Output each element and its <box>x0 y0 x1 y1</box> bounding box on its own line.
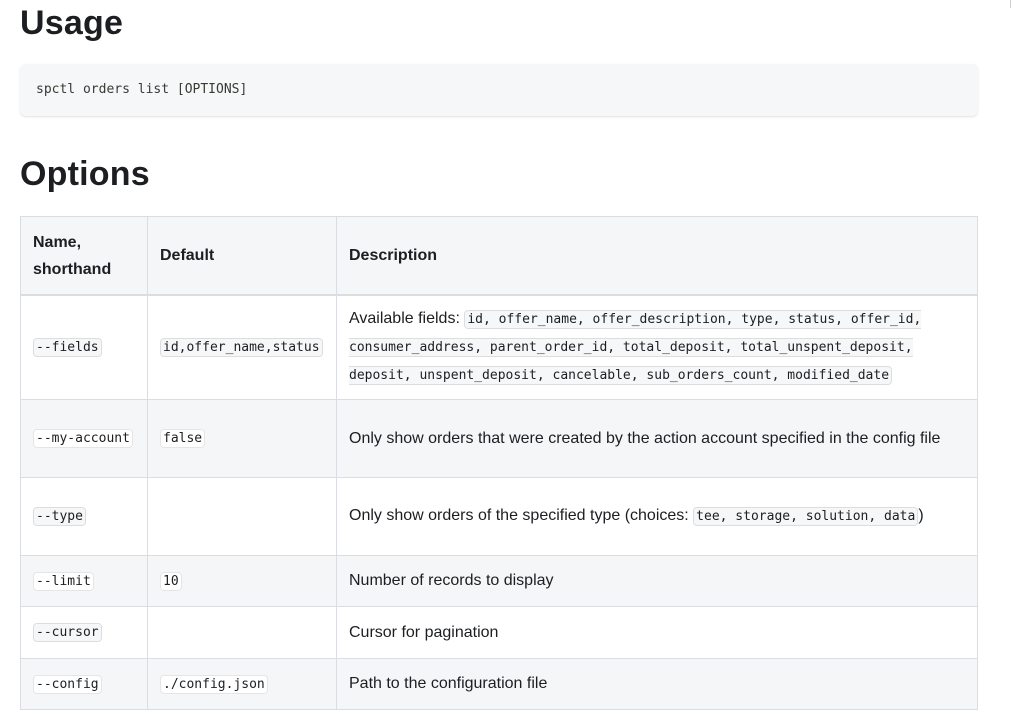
option-default-cell: id,offer_name,status <box>147 294 337 400</box>
description-text: Cursor for pagination <box>349 623 499 641</box>
option-name: --type <box>33 507 86 526</box>
table-row: --fields id,offer_name,status Available … <box>20 294 978 400</box>
description-text: Path to the configuration file <box>349 675 548 692</box>
option-default-cell <box>147 476 337 556</box>
option-default: 10 <box>160 571 182 591</box>
options-heading: Options <box>20 155 150 193</box>
option-default-cell: ./config.json <box>147 657 337 710</box>
table-row: --my-account false Only show orders that… <box>20 398 978 478</box>
option-default: ./config.json <box>160 674 268 694</box>
usage-command: spctl orders list [OPTIONS] <box>36 82 248 97</box>
option-default-cell: false <box>147 398 337 478</box>
option-description: Path to the configuration file <box>336 657 978 710</box>
option-name-cell: --limit <box>20 554 148 607</box>
option-name: --fields <box>33 338 102 358</box>
table-header-row: Name, shorthand Default Description <box>20 216 978 296</box>
table-row: --type Only show orders of the specified… <box>20 476 978 556</box>
option-name-cell: --cursor <box>20 605 148 659</box>
header-description: Description <box>336 216 978 296</box>
option-description: Only show orders that were created by th… <box>336 398 978 478</box>
description-text: Only show orders of the specified type (… <box>349 507 694 524</box>
description-text: Available fields: <box>349 310 465 328</box>
option-name: --cursor <box>33 623 102 642</box>
divider <box>1010 0 1011 8</box>
usage-code-block: spctl orders list [OPTIONS] <box>20 64 978 116</box>
option-default: id,offer_name,status <box>160 338 323 358</box>
option-name-cell: --config <box>20 657 148 710</box>
option-description: Available fields: id, offer_name, offer_… <box>336 294 978 400</box>
option-name-cell: --my-account <box>20 398 148 478</box>
option-default-cell <box>147 605 337 659</box>
table-row: --config ./config.json Path to the confi… <box>20 657 978 710</box>
options-table: Name, shorthand Default Description --fi… <box>20 216 978 710</box>
description-text: Number of records to display <box>349 572 554 589</box>
table-row: --limit 10 Number of records to display <box>20 554 978 607</box>
description-text: Only show orders that were created by th… <box>349 429 941 447</box>
header-default: Default <box>147 216 337 296</box>
description-code: tee, storage, solution, data <box>693 507 919 526</box>
description-suffix: ) <box>918 507 924 524</box>
option-description: Number of records to display <box>336 554 978 607</box>
option-default: false <box>160 429 206 448</box>
option-name: --config <box>33 674 102 694</box>
option-name-cell: --type <box>20 476 148 556</box>
option-name: --limit <box>33 571 94 591</box>
usage-heading: Usage <box>20 4 124 42</box>
option-description: Only show orders of the specified type (… <box>336 476 978 556</box>
table-row: --cursor Cursor for pagination <box>20 605 978 659</box>
header-name: Name, shorthand <box>20 216 148 296</box>
option-default-cell: 10 <box>147 554 337 607</box>
option-name: --my-account <box>33 429 133 448</box>
option-name-cell: --fields <box>20 294 148 400</box>
option-description: Cursor for pagination <box>336 605 978 659</box>
